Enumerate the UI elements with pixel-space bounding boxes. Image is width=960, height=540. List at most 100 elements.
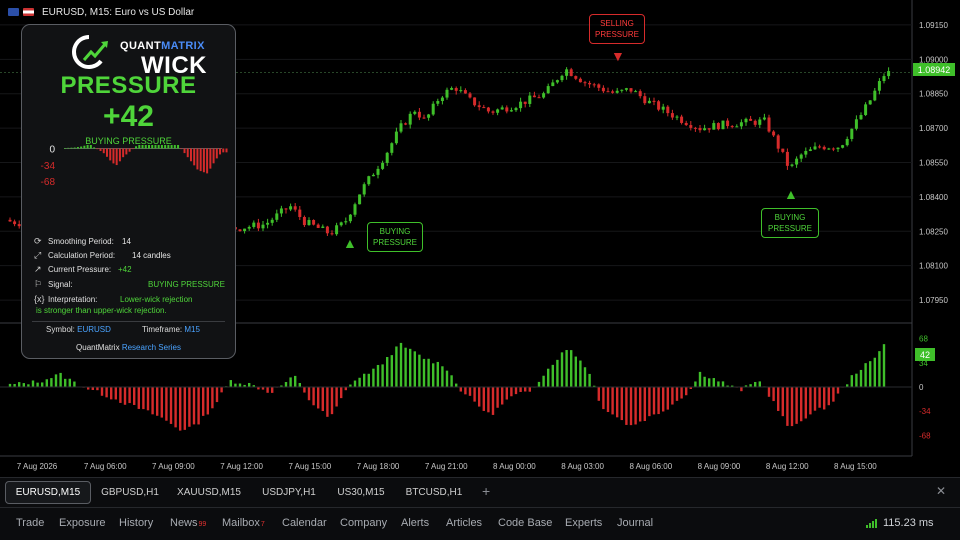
mini-histogram-bar xyxy=(64,148,66,149)
candle-body xyxy=(468,93,472,98)
buying-pressure-callout-1: BUYING PRESSURE xyxy=(367,222,423,252)
mini-histogram-bar xyxy=(128,148,131,152)
histogram-bar xyxy=(542,375,545,387)
mini-histogram-bar xyxy=(189,148,192,162)
candle-body xyxy=(358,194,362,205)
symbol-tabs-bar: EURUSD,M15 GBPUSD,H1 XAUUSD,M15 USDJPY,H… xyxy=(0,477,960,507)
histogram-tick-label: -34 xyxy=(919,407,931,416)
histogram-bar xyxy=(708,378,711,387)
toolbox-tab-mailbox[interactable]: Mailbox7 xyxy=(222,517,265,529)
toolbox-tab-alerts[interactable]: Alerts xyxy=(401,517,429,529)
close-tab-icon[interactable]: ✕ xyxy=(936,484,946,498)
symbol-tab-gbpusd[interactable]: GBPUSD,H1 xyxy=(94,481,166,504)
histogram-bar xyxy=(473,387,476,402)
histogram-bar xyxy=(675,387,679,401)
interpretation-row: {x} Interpretation: Lower-wick rejection xyxy=(34,293,192,305)
candle-body xyxy=(367,176,371,185)
chart-title: EURUSD, M15: Euro vs US Dollar xyxy=(42,6,195,18)
candle-body xyxy=(312,220,316,225)
mini-histogram-bar xyxy=(167,145,170,149)
histogram-bar xyxy=(298,382,301,387)
mini-histogram-bar xyxy=(157,145,160,149)
time-tick-label: 8 Aug 03:00 xyxy=(561,462,604,471)
mini-histogram-bar xyxy=(177,145,180,149)
price-tick-label: 1.08550 xyxy=(919,159,948,168)
mini-histogram-bar xyxy=(122,148,125,158)
candle-body xyxy=(721,120,725,130)
toolbox-tabs-bar: Trade Exposure History News99 Mailbox7 C… xyxy=(0,507,960,540)
histogram-bar xyxy=(809,387,812,415)
mini-histogram-bar xyxy=(131,148,134,150)
symbol-tab-usdjpy[interactable]: USDJPY,H1 xyxy=(252,481,326,504)
series-footer: QuantMatrix Research Series xyxy=(76,343,181,352)
wick-pressure-panel: QUANTMATRIX WICK PRESSURE +42 BUYING PRE… xyxy=(21,24,236,359)
histogram-bar xyxy=(330,387,334,415)
histogram-bar xyxy=(399,342,403,387)
symbol-tab-xauusd[interactable]: XAUUSD,M15 xyxy=(169,481,249,504)
mini-histogram-bar xyxy=(206,148,209,174)
current-price-label: 1.08942 xyxy=(918,65,951,75)
candle-body xyxy=(643,96,647,104)
candle-body xyxy=(528,95,532,104)
mini-histogram-bar xyxy=(215,148,218,159)
mini-histogram-bar xyxy=(186,148,189,158)
histogram-bar xyxy=(524,387,527,392)
candle-body xyxy=(592,84,596,86)
toolbox-tab-company[interactable]: Company xyxy=(340,517,387,529)
candle-body xyxy=(532,95,536,98)
candle-body xyxy=(716,123,720,130)
toolbox-tab-news[interactable]: News99 xyxy=(170,517,206,529)
toolbox-tab-trade[interactable]: Trade xyxy=(16,517,44,529)
quantmatrix-logo-icon xyxy=(72,35,108,69)
symbol-tab-eurusd[interactable]: EURUSD,M15 xyxy=(5,481,91,504)
histogram-bar xyxy=(818,387,821,408)
histogram-tick-label: 0 xyxy=(919,383,924,392)
histogram-bar xyxy=(491,387,495,415)
toolbox-tab-articles[interactable]: Articles xyxy=(446,517,482,529)
time-tick-label: 8 Aug 15:00 xyxy=(834,462,877,471)
candle-body xyxy=(8,219,12,222)
toolbox-tab-history[interactable]: History xyxy=(119,517,153,529)
add-tab-icon[interactable]: + xyxy=(482,483,490,499)
candle-body xyxy=(385,152,389,163)
timeframe-info: Timeframe: M15 xyxy=(142,325,200,334)
buying-pressure-text-1: BUYING PRESSURE xyxy=(373,227,418,247)
histogram-bar xyxy=(767,387,771,397)
histogram-bar xyxy=(478,387,481,407)
histogram-bar xyxy=(625,387,628,425)
candle-body xyxy=(698,128,702,131)
time-tick-label: 8 Aug 00:00 xyxy=(493,462,536,471)
histogram-bar xyxy=(206,387,209,415)
candle-body xyxy=(767,117,771,132)
toolbox-tab-journal[interactable]: Journal xyxy=(617,517,653,529)
price-tick-label: 1.08100 xyxy=(919,262,948,271)
candle-body xyxy=(611,91,615,93)
pressure-value: +42 xyxy=(103,100,154,133)
mini-histogram-bar xyxy=(144,145,147,149)
price-tick-label: 1.07950 xyxy=(919,296,948,305)
price-tick-label: 1.08250 xyxy=(919,227,948,236)
histogram-bar xyxy=(64,378,67,387)
histogram-bar xyxy=(183,387,186,430)
histogram-bar xyxy=(528,387,531,392)
candle-body xyxy=(302,216,306,226)
candle-body xyxy=(270,219,274,223)
toolbox-tab-exposure[interactable]: Exposure xyxy=(59,517,105,529)
candle-body xyxy=(749,118,753,121)
time-tick-label: 8 Aug 06:00 xyxy=(629,462,672,471)
mini-histogram-bar xyxy=(180,148,183,150)
toolbox-tab-experts[interactable]: Experts xyxy=(565,517,602,529)
mini-histogram-bar xyxy=(76,147,79,149)
histogram-bar xyxy=(409,348,412,387)
signal-strength-icon xyxy=(866,518,877,528)
candle-body xyxy=(836,147,840,150)
mini-histogram-bar xyxy=(67,147,70,149)
histogram-bar xyxy=(565,350,568,387)
mini-histogram-bar xyxy=(138,145,141,149)
symbol-tab-us30[interactable]: US30,M15 xyxy=(329,481,393,504)
histogram-bar xyxy=(648,387,651,417)
toolbox-tab-code-base[interactable]: Code Base xyxy=(498,517,552,529)
symbol-tab-btcusd[interactable]: BTCUSD,H1 xyxy=(396,481,472,504)
toolbox-tab-calendar[interactable]: Calendar xyxy=(282,517,327,529)
histogram-bar xyxy=(31,380,35,387)
